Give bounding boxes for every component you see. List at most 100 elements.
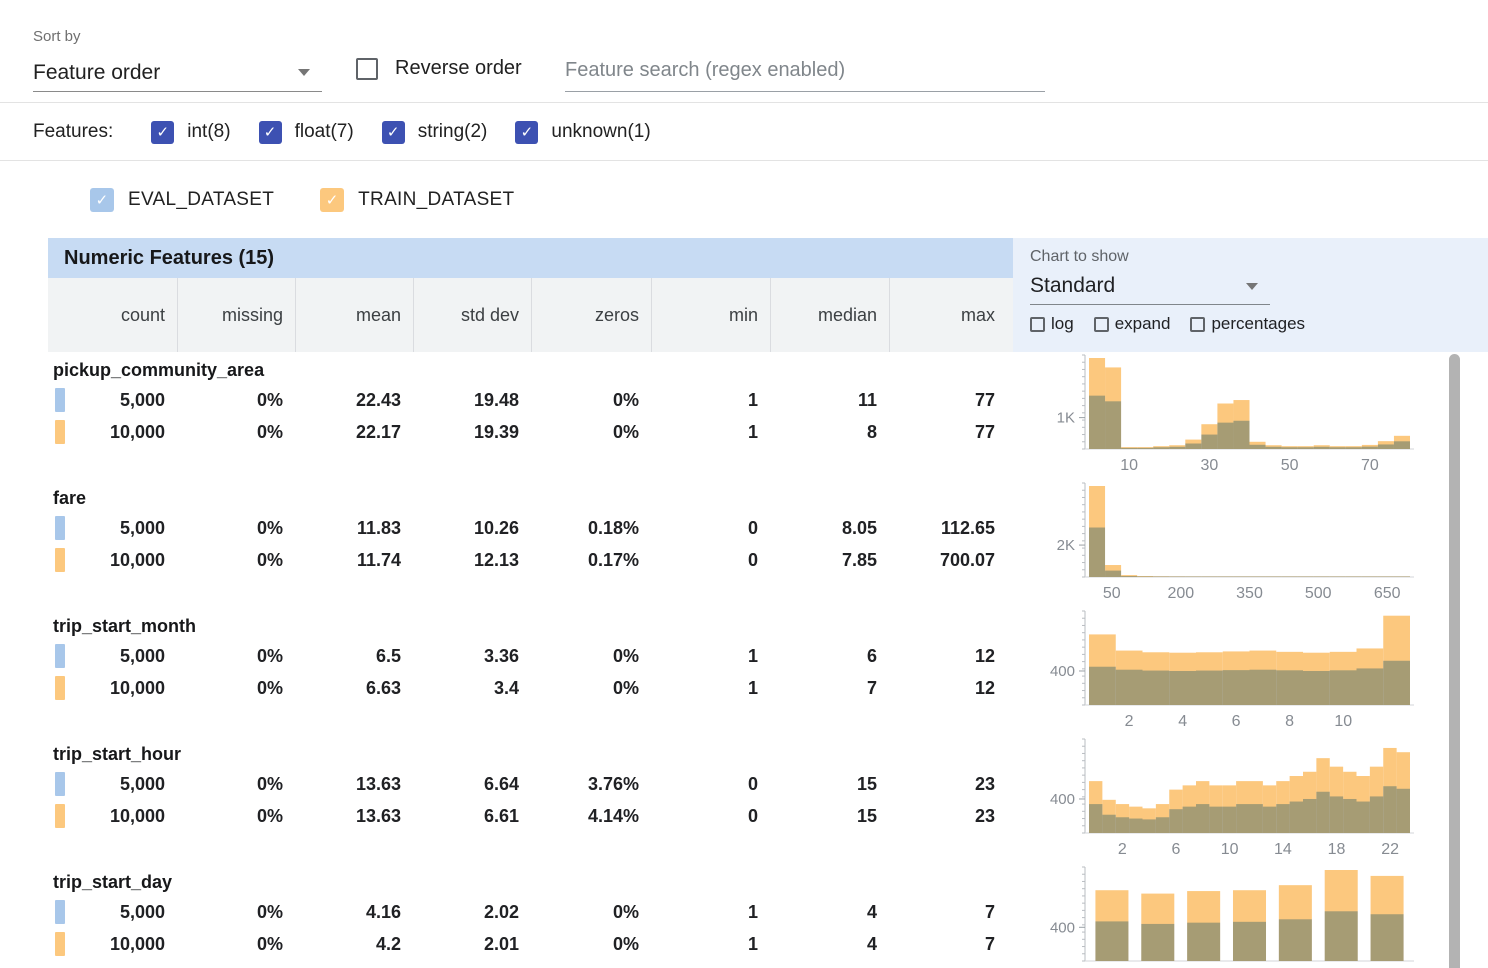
svg-text:650: 650 <box>1374 585 1401 602</box>
cell-zeros: 0% <box>531 422 651 443</box>
chart-to-show-label: Chart to show <box>1030 248 1488 266</box>
table-title: Numeric Features (15) <box>48 238 1013 278</box>
eval-dataset-swatch <box>55 772 65 796</box>
features-filter-label: Features: <box>33 121 113 143</box>
cell-zeros: 0% <box>531 678 651 699</box>
cell-mean: 6.63 <box>295 678 413 699</box>
svg-text:10: 10 <box>1120 457 1138 474</box>
histogram-trip_start_month: 400246810 <box>1013 608 1473 736</box>
cell-median: 6 <box>770 646 889 667</box>
train-dataset-swatch <box>55 932 65 956</box>
svg-text:30: 30 <box>1200 457 1218 474</box>
feature-type-label: string(2) <box>418 121 488 143</box>
cell-min: 0 <box>651 518 770 539</box>
numeric-features-table: Numeric Features (15) countmissingmeanst… <box>48 238 1013 968</box>
feature-group-trip_start_month: trip_start_month5,0000%6.53.360%161210,0… <box>48 608 1013 736</box>
reverse-order-checkbox[interactable]: Reverse order <box>356 57 522 80</box>
cell-count: 5,000 <box>48 768 177 800</box>
svg-text:6: 6 <box>1172 841 1181 858</box>
sort-order-select[interactable]: Feature order <box>33 54 322 92</box>
stats-row-train-dataset: 10,0000%22.1719.390%1877 <box>48 416 1013 448</box>
facets-overview: Sort by Feature order Reverse order Feat… <box>0 0 1488 968</box>
feature-type-filter-string[interactable]: ✓string(2) <box>382 121 488 144</box>
cell-median: 7 <box>770 678 889 699</box>
feature-rows: pickup_community_area5,0000%22.4319.480%… <box>48 352 1013 968</box>
cell-mean: 22.17 <box>295 422 413 443</box>
cell-std-dev: 3.4 <box>413 678 531 699</box>
cell-median: 15 <box>770 774 889 795</box>
cell-min: 1 <box>651 678 770 699</box>
cell-count: 10,000 <box>48 928 177 960</box>
svg-text:10: 10 <box>1334 713 1352 730</box>
cell-missing: 0% <box>177 774 295 795</box>
log-checkbox[interactable]: log <box>1030 314 1074 334</box>
feature-type-filter-unknown[interactable]: ✓unknown(1) <box>515 121 650 144</box>
feature-type-label: float(7) <box>295 121 354 143</box>
svg-text:2: 2 <box>1118 841 1127 858</box>
eval-dataset-swatch <box>55 900 65 924</box>
feature-search-input[interactable] <box>565 50 1045 92</box>
sort-order-value: Feature order <box>33 61 160 85</box>
stats-row-eval-dataset: 5,0000%22.4319.480%11177 <box>48 384 1013 416</box>
option-label: percentages <box>1211 314 1305 334</box>
count-value: 5,000 <box>120 902 165 923</box>
cell-min: 1 <box>651 934 770 955</box>
cell-min: 0 <box>651 806 770 827</box>
feature-type-filter-float[interactable]: ✓ float(7) <box>259 121 354 144</box>
count-value: 5,000 <box>120 646 165 667</box>
eval-dataset-checkbox[interactable]: ✓EVAL_DATASET <box>90 188 274 212</box>
chart-block-trip_start_day: 400 <box>1013 864 1488 968</box>
column-header-std-dev: std dev <box>413 278 531 352</box>
checkbox-checked-icon: ✓ <box>90 188 114 212</box>
histogram-trip_start_hour: 4002610141822 <box>1013 736 1473 864</box>
chart-type-value: Standard <box>1030 274 1115 298</box>
percentages-checkbox[interactable]: percentages <box>1190 314 1305 334</box>
cell-min: 1 <box>651 390 770 411</box>
checkbox-unchecked-icon <box>356 58 378 80</box>
stats-row-eval-dataset: 5,0000%4.162.020%147 <box>48 896 1013 928</box>
feature-group-trip_start_day: trip_start_day5,0000%4.162.020%14710,000… <box>48 864 1013 968</box>
expand-checkbox[interactable]: expand <box>1094 314 1171 334</box>
cell-median: 11 <box>770 390 889 411</box>
eval-dataset-swatch <box>55 388 65 412</box>
cell-median: 8 <box>770 422 889 443</box>
cell-zeros: 0.18% <box>531 518 651 539</box>
cell-zeros: 4.14% <box>531 806 651 827</box>
train-dataset-checkbox[interactable]: ✓TRAIN_DATASET <box>320 188 514 212</box>
cell-max: 12 <box>889 678 1007 699</box>
column-header-count: count <box>48 278 177 352</box>
count-value: 5,000 <box>120 774 165 795</box>
cell-max: 7 <box>889 934 1007 955</box>
cell-max: 12 <box>889 646 1007 667</box>
stats-row-eval-dataset: 5,0000%6.53.360%1612 <box>48 640 1013 672</box>
cell-min: 1 <box>651 646 770 667</box>
chevron-down-icon <box>298 69 310 76</box>
cell-max: 112.65 <box>889 518 1007 539</box>
svg-text:2K: 2K <box>1057 537 1075 554</box>
cell-std-dev: 10.26 <box>413 518 531 539</box>
column-header-zeros: zeros <box>531 278 651 352</box>
svg-text:50: 50 <box>1103 585 1121 602</box>
cell-median: 8.05 <box>770 518 889 539</box>
feature-type-filter-int[interactable]: ✓int(8) <box>151 121 230 144</box>
cell-std-dev: 19.39 <box>413 422 531 443</box>
svg-text:6: 6 <box>1232 713 1241 730</box>
chart-type-select[interactable]: Standard <box>1030 274 1270 305</box>
stats-row-train-dataset: 10,0000%4.22.010%147 <box>48 928 1013 960</box>
checkbox-checked-icon: ✓ <box>259 121 282 144</box>
feature-group-fare: fare5,0000%11.8310.260.18%08.05112.6510,… <box>48 480 1013 608</box>
checkbox-checked-icon: ✓ <box>151 121 174 144</box>
cell-std-dev: 12.13 <box>413 550 531 571</box>
svg-text:350: 350 <box>1236 585 1263 602</box>
feature-group-pickup_community_area: pickup_community_area5,0000%22.4319.480%… <box>48 352 1013 480</box>
cell-missing: 0% <box>177 550 295 571</box>
cell-std-dev: 2.02 <box>413 902 531 923</box>
cell-min: 0 <box>651 774 770 795</box>
vertical-scrollbar[interactable] <box>1449 354 1460 968</box>
stats-row-train-dataset: 10,0000%11.7412.130.17%07.85700.07 <box>48 544 1013 576</box>
cell-zeros: 3.76% <box>531 774 651 795</box>
reverse-order-label: Reverse order <box>395 57 522 80</box>
count-value: 10,000 <box>110 934 165 955</box>
column-header-min: min <box>651 278 770 352</box>
checkbox-unchecked-icon <box>1190 317 1205 332</box>
